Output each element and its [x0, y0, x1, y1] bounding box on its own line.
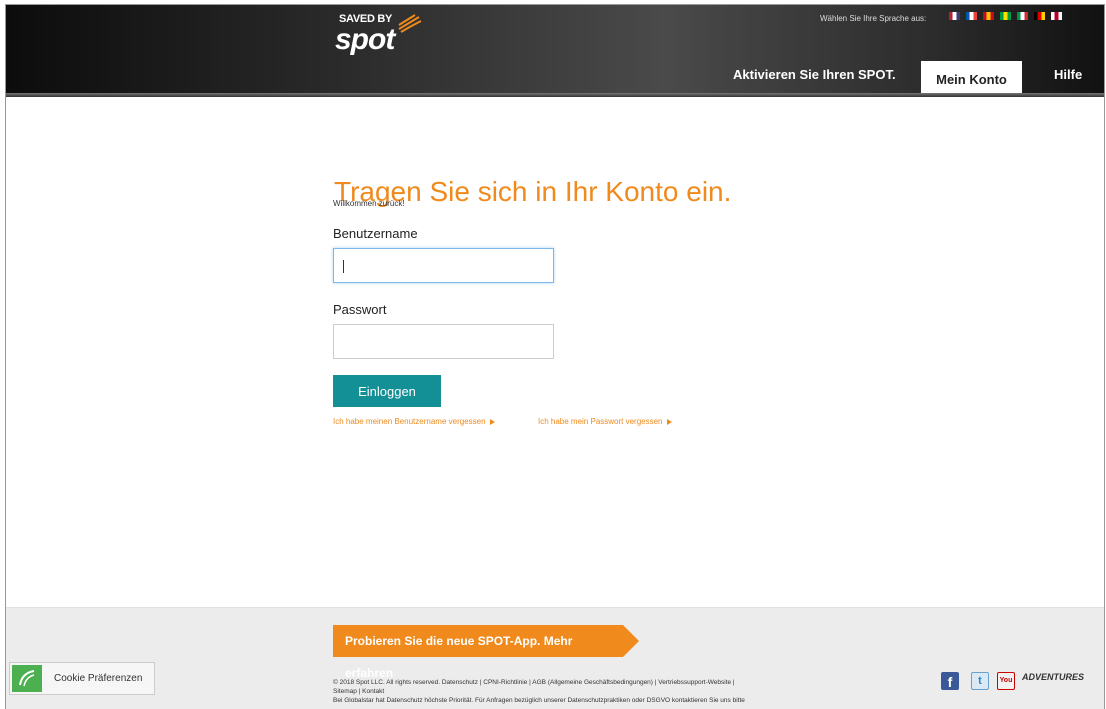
forgot-password-text: Ich habe mein Passwort vergessen: [538, 417, 663, 426]
forgot-username-link[interactable]: Ich habe meinen Benutzername vergessen: [333, 417, 495, 426]
site-footer: Probieren Sie die neue SPOT-App. Mehr er…: [6, 607, 1104, 709]
facebook-icon[interactable]: f: [941, 672, 959, 690]
legal-line-2: Sitemap | Kontakt: [333, 688, 385, 695]
language-label: Wählen Sie Ihre Sprache aus:: [820, 14, 927, 23]
es-flag-icon[interactable]: [983, 12, 994, 20]
jp-flag-icon[interactable]: [1051, 12, 1062, 20]
twitter-icon[interactable]: t: [971, 672, 989, 690]
signal-waves-icon: [398, 14, 422, 33]
cookie-preferences-label: Cookie Präferenzen: [54, 673, 143, 684]
password-label: Passwort: [333, 302, 387, 317]
cookie-shield-icon: [12, 665, 42, 692]
forgot-username-text: Ich habe meinen Benutzername vergessen: [333, 417, 486, 426]
banner-arrow-icon: [623, 625, 639, 657]
adventures-logo[interactable]: ADVENTURES: [1022, 672, 1084, 682]
arrow-right-icon: [489, 418, 495, 425]
username-label: Benutzername: [333, 226, 418, 241]
header-divider: [6, 93, 1104, 97]
text-cursor: [343, 260, 344, 273]
legal-text: © 2018 Spot LLC. All rights reserved. Da…: [333, 678, 893, 705]
site-header: SAVED BY spot Wählen Sie Ihre Sprache au…: [6, 5, 1104, 97]
language-flags: [949, 12, 1062, 20]
logo-spot: spot: [335, 23, 395, 56]
login-button[interactable]: Einloggen: [333, 375, 441, 407]
cookie-preferences-button[interactable]: Cookie Präferenzen: [9, 662, 155, 695]
youtube-icon[interactable]: You: [997, 672, 1015, 690]
us-flag-icon[interactable]: [949, 12, 960, 20]
password-input[interactable]: [333, 324, 554, 359]
browser-frame: SAVED BY spot Wählen Sie Ihre Sprache au…: [5, 4, 1105, 709]
nav-help[interactable]: Hilfe: [1054, 67, 1082, 82]
it-flag-icon[interactable]: [1017, 12, 1028, 20]
welcome-text: Willkommen zurück!: [333, 199, 405, 208]
legal-line-1: © 2018 Spot LLC. All rights reserved. Da…: [333, 679, 735, 686]
forgot-password-link[interactable]: Ich habe mein Passwort vergessen: [538, 417, 672, 426]
de-flag-icon[interactable]: [1034, 12, 1045, 20]
username-input[interactable]: [333, 248, 554, 283]
spot-logo[interactable]: SAVED BY spot: [333, 11, 443, 56]
br-flag-icon[interactable]: [1000, 12, 1011, 20]
nav-my-account[interactable]: Mein Konto: [921, 61, 1022, 97]
legal-line-3: Bei Globalstar hat Datenschutz höchste P…: [333, 697, 745, 704]
app-promo-banner[interactable]: Probieren Sie die neue SPOT-App. Mehr er…: [333, 625, 623, 680]
arrow-right-icon: [666, 418, 672, 425]
nav-activate-spot[interactable]: Aktivieren Sie Ihren SPOT.: [733, 67, 896, 82]
fr-flag-icon[interactable]: [966, 12, 977, 20]
